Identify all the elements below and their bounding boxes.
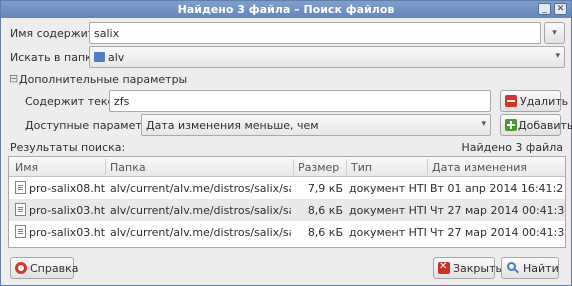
add-button-label: Добавить [518,119,572,132]
name-history-dropdown[interactable]: ▾ [544,22,565,44]
cell-date: Вт 01 апр 2014 16:41:21 [430,182,564,195]
cell-date: Чт 27 мар 2014 00:41:35 [430,204,564,217]
name-contains-label: Имя содержит: [10,27,98,40]
cell-size: 7,9 кБ [307,182,343,195]
available-params-combo[interactable]: Дата изменения меньше, чем ▾ [141,114,491,136]
column-divider [293,159,294,175]
column-header-date[interactable]: Дата изменения [432,161,527,174]
column-divider [427,159,428,175]
help-button-label: Справка [30,262,79,275]
close-x-glyph: ✕ [439,261,448,272]
cell-type: документ HTML [349,204,426,217]
table-row[interactable]: pro-salix08.html alv/current/alv.me/dist… [9,177,565,199]
lifebuoy-center [18,265,24,271]
html-file-icon [15,225,26,238]
cell-size: 8,6 кБ [307,204,343,217]
available-params-value: Дата изменения меньше, чем [146,119,319,132]
advanced-params-expander[interactable]: Дополнительные параметры [19,73,187,86]
cell-size: 8,6 кБ [307,226,343,239]
minus-icon [507,100,515,102]
close-button-label: Закрыть [453,262,502,275]
html-file-icon [15,203,26,216]
cell-name: pro-salix03.html [29,204,105,217]
find-button[interactable]: Найти [501,257,559,279]
cell-type: документ HTML [349,182,426,195]
chevron-down-icon: ▾ [481,119,486,129]
close-button[interactable]: ✕ Закрыть [433,257,502,279]
contains-text-input[interactable]: zfs [109,90,491,112]
help-button[interactable]: Справка [10,257,78,279]
column-header-name[interactable]: Имя [15,161,38,174]
name-contains-input[interactable]: salix [89,22,541,44]
table-row[interactable]: pro-salix03.html alv/current/alv.me/dist… [9,221,565,243]
chevron-down-icon: ▾ [552,28,557,38]
results-count: Найдено 3 файла [461,141,563,154]
cell-name: pro-salix03.html [29,226,105,239]
find-button-label: Найти [523,262,559,275]
search-folder-value: alv [108,51,125,64]
folder-icon [94,52,105,62]
cell-folder: alv/current/alv.me/distros/salix/salix2 [110,226,291,239]
window-title: Найдено 3 файла – Поиск файлов [177,3,395,16]
remove-button-label: Удалить [520,95,569,108]
cell-folder: alv/current/alv.me/distros/salix/salix-a… [110,204,291,217]
add-button[interactable]: Добавить [500,114,572,136]
column-header-size[interactable]: Размер [298,161,339,174]
search-icon-handle [514,268,519,274]
column-header-folder[interactable]: Папка [110,161,146,174]
html-file-icon [15,181,26,194]
cell-name: pro-salix08.html [29,182,105,195]
search-window: Найдено 3 файла – Поиск файлов _ ✕ Имя с… [0,0,572,286]
plus-icon-v [510,121,512,129]
cell-type: документ HTML [349,226,426,239]
column-divider [105,159,106,175]
minimize-button[interactable]: _ [538,3,551,15]
contains-text-value: zfs [114,95,130,108]
column-header-type[interactable]: Тип [351,161,372,174]
name-contains-value: salix [94,27,120,40]
cell-date: Чт 27 мар 2014 00:41:35 [430,226,564,239]
results-label: Результаты поиска: [10,141,126,154]
chevron-down-icon: ▾ [555,51,560,61]
results-table: Имя Папка Размер Тип Дата изменения pro-… [8,156,566,248]
collapse-icon[interactable]: ⊟ [9,72,18,85]
remove-button[interactable]: Удалить [500,90,568,112]
title-bar: Найдено 3 файла – Поиск файлов _ ✕ [1,1,571,18]
table-header: Имя Папка Размер Тип Дата изменения [9,157,565,177]
column-divider [346,159,347,175]
cell-folder: alv/current/alv.me/distros/salix/salix-a… [110,182,291,195]
close-window-button[interactable]: ✕ [554,3,567,15]
table-row[interactable]: pro-salix03.html alv/current/alv.me/dist… [9,199,565,221]
search-folder-combo[interactable]: alv ▾ [89,46,565,68]
